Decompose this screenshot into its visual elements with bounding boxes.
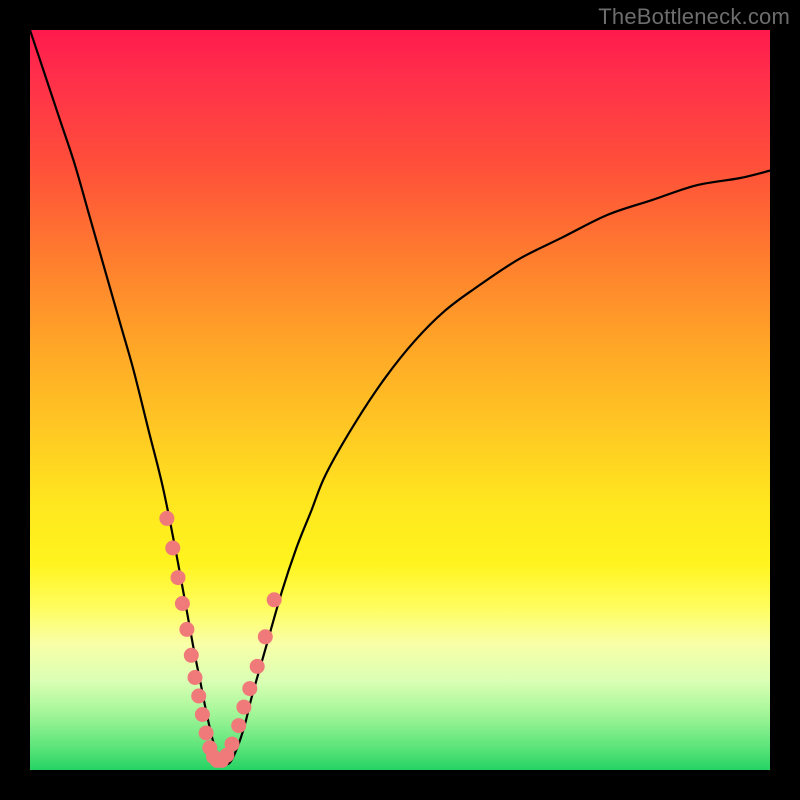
marker-dot xyxy=(258,629,273,644)
marker-dot xyxy=(188,670,203,685)
marker-dot xyxy=(231,718,246,733)
marker-dot xyxy=(184,648,199,663)
marker-dot xyxy=(242,681,257,696)
marker-dot xyxy=(199,726,214,741)
marker-dot xyxy=(267,592,282,607)
marker-dot xyxy=(236,700,251,715)
marker-dot xyxy=(250,659,265,674)
watermark-text: TheBottleneck.com xyxy=(598,4,790,30)
plot-area xyxy=(30,30,770,770)
marker-dot xyxy=(179,622,194,637)
marker-dot xyxy=(195,707,210,722)
marker-dot xyxy=(165,541,180,556)
marker-dot xyxy=(225,737,240,752)
marker-dot xyxy=(175,596,190,611)
marker-dot xyxy=(171,570,186,585)
bottleneck-curve xyxy=(30,30,770,764)
highlight-markers xyxy=(159,511,281,768)
marker-dot xyxy=(191,689,206,704)
outer-frame: TheBottleneck.com xyxy=(0,0,800,800)
chart-svg xyxy=(30,30,770,770)
marker-dot xyxy=(159,511,174,526)
